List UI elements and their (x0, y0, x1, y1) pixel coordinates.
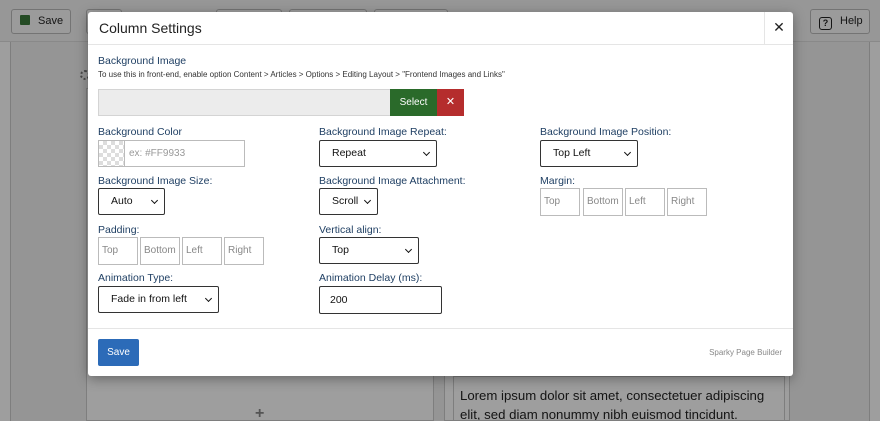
column-settings-modal: Column Settings ✕ Background Image To us… (88, 12, 793, 376)
bg-repeat-select[interactable]: Repeat (319, 140, 437, 167)
bg-image-hint: To use this in front-end, enable option … (98, 70, 505, 79)
padding-left-input[interactable]: Left (182, 237, 222, 265)
bg-attachment-select[interactable]: Scroll (319, 188, 378, 215)
bg-repeat-label: Background Image Repeat: (319, 126, 447, 138)
color-swatch[interactable] (98, 140, 125, 167)
margin-left-input[interactable]: Left (625, 188, 665, 216)
save-button[interactable]: Save (98, 339, 139, 366)
clear-image-button[interactable]: ✕ (437, 89, 464, 116)
valign-label: Vertical align: (319, 224, 382, 236)
bg-position-select[interactable]: Top Left (540, 140, 638, 167)
margin-label: Margin: (540, 175, 576, 187)
bg-image-input[interactable] (98, 89, 390, 116)
bg-color-input[interactable]: ex: #FF9933 (125, 140, 245, 167)
padding-bottom-input[interactable]: Bottom (140, 237, 180, 265)
margin-top-input[interactable]: Top (540, 188, 580, 216)
anim-type-label: Animation Type: (98, 272, 174, 284)
anim-delay-input[interactable]: 200 (319, 286, 442, 314)
bg-position-label: Background Image Position: (540, 126, 672, 138)
close-icon[interactable]: ✕ (764, 12, 793, 44)
brand-label: Sparky Page Builder (709, 348, 782, 357)
anim-delay-label: Animation Delay (ms): (319, 272, 423, 284)
padding-label: Padding: (98, 224, 140, 236)
modal-footer: Save Sparky Page Builder (88, 328, 793, 376)
modal-header: Column Settings ✕ (88, 12, 793, 45)
margin-right-input[interactable]: Right (667, 188, 707, 216)
bg-attachment-label: Background Image Attachment: (319, 175, 466, 187)
bg-image-label: Background Image (98, 55, 187, 67)
valign-select[interactable]: Top (319, 237, 419, 264)
bg-size-label: Background Image Size: (98, 175, 213, 187)
bg-size-select[interactable]: Auto (98, 188, 165, 215)
padding-top-input[interactable]: Top (98, 237, 138, 265)
select-image-button[interactable]: Select (390, 89, 437, 116)
padding-right-input[interactable]: Right (224, 237, 264, 265)
margin-bottom-input[interactable]: Bottom (583, 188, 623, 216)
anim-type-select[interactable]: Fade in from left (98, 286, 219, 313)
modal-title: Column Settings (99, 20, 202, 36)
bg-color-label: Background Color (98, 126, 183, 138)
